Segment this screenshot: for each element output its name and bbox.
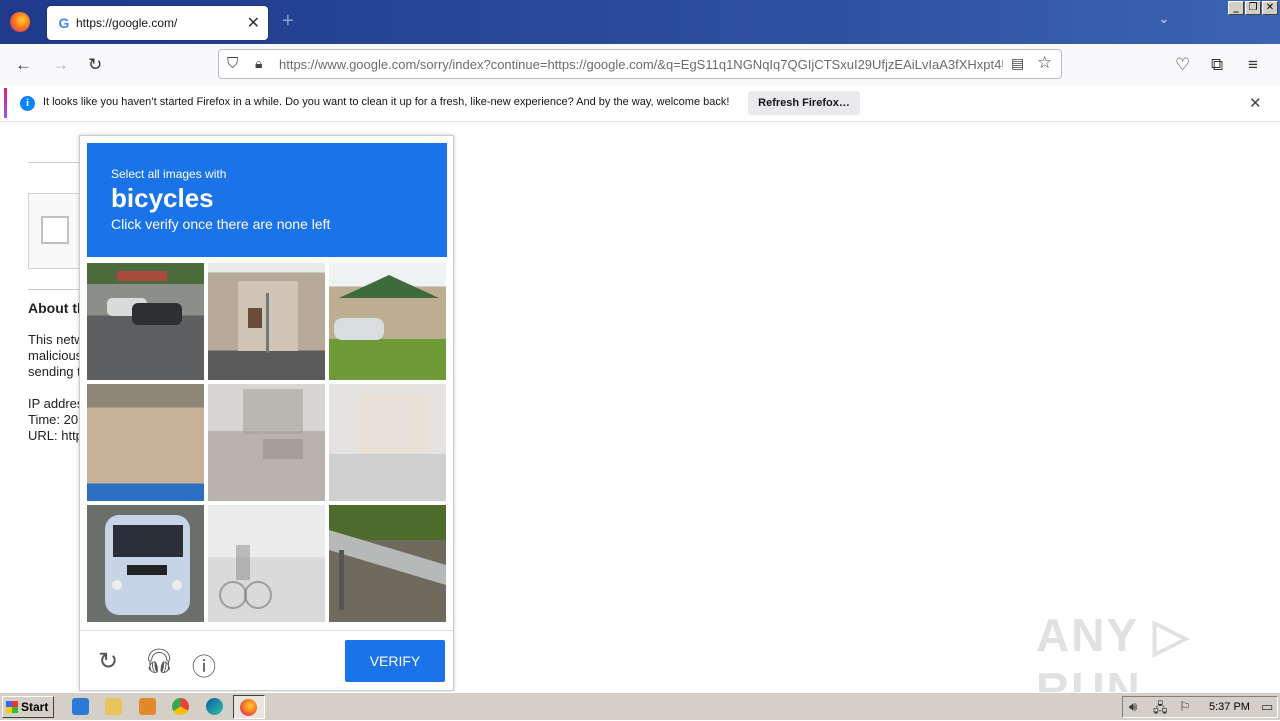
instruction-top: Select all images with (111, 167, 227, 181)
house-car-illustration (334, 275, 439, 340)
house-illustration (238, 281, 298, 353)
pocket-icon[interactable]: ♡ (1175, 55, 1190, 75)
info-icon: i (20, 96, 35, 111)
ip-address-line: IP addres (28, 396, 84, 411)
network-icon[interactable]: 🖧 (1153, 699, 1168, 721)
volume-icon[interactable]: 🔊︎ (1129, 699, 1137, 715)
url-line: URL: http (28, 428, 83, 443)
windows-flag-icon (6, 701, 18, 713)
new-tab-button[interactable]: + (282, 10, 294, 33)
captcha-header: Select all images with bicycles Click ve… (87, 143, 447, 257)
captcha-tile-bus[interactable] (87, 505, 204, 622)
captcha-tile-house-car-grass[interactable] (329, 263, 446, 380)
start-label: Start (21, 700, 49, 714)
firefox-logo-icon[interactable] (10, 12, 30, 32)
edge-icon[interactable] (206, 698, 223, 715)
refresh-notification-bar: i It looks like you haven’t started Fire… (0, 86, 1280, 122)
window-controls: _ ❐ ✕ (1228, 1, 1278, 15)
captcha-tile-faded-house[interactable] (329, 384, 446, 501)
faded-cyclist-illustration (219, 545, 272, 609)
shield-icon[interactable]: ⛉ (227, 55, 238, 72)
about-heading: About th (28, 300, 86, 316)
captcha-image-grid (87, 263, 447, 623)
google-favicon-icon: G (58, 15, 70, 31)
start-button[interactable]: Start (2, 696, 54, 718)
recaptcha-checkbox[interactable] (41, 216, 69, 244)
bus-illustration (105, 515, 190, 615)
reload-challenge-icon[interactable]: ↻ (98, 647, 118, 676)
title-bar: G https://google.com/ ✕ + ⌄ _ ❐ ✕ (0, 0, 1280, 44)
lock-icon[interactable]: 🔒︎ (255, 55, 262, 72)
captcha-tile-dirt-road[interactable] (87, 384, 204, 501)
captcha-target-word: bicycles (111, 183, 214, 213)
close-window-button[interactable]: ✕ (1262, 1, 1278, 15)
faded-building-illustration (243, 389, 303, 459)
instruction-bottom: Click verify once there are none left (111, 216, 331, 232)
paragraph-line: This netw (28, 332, 84, 347)
file-explorer-icon[interactable] (105, 698, 122, 715)
system-tray: 🔊︎ 🖧 ⚐ 5:37 PM ▭ (1122, 696, 1278, 718)
help-info-icon[interactable]: ⓘ (192, 647, 216, 682)
url-bar[interactable]: ⛉ 🔒︎ https://www.google.com/sorry/index?… (218, 49, 1062, 79)
back-arrow-icon[interactable]: ← (15, 55, 32, 75)
tab-google[interactable]: G https://google.com/ ✕ (47, 6, 268, 40)
clock: 5:37 PM (1209, 701, 1250, 713)
tab-title: https://google.com/ (76, 16, 178, 30)
paragraph-line: malicious (28, 348, 83, 363)
refresh-firefox-button[interactable]: Refresh Firefox… (748, 91, 860, 115)
navigation-bar: ← → ↻ ⛉ 🔒︎ https://www.google.com/sorry/… (0, 44, 1280, 86)
faded-house-illustration (359, 394, 429, 454)
audio-challenge-headphones-icon[interactable]: 🎧︎ (144, 647, 174, 676)
bookmark-star-icon[interactable]: ☆ (1037, 53, 1052, 73)
minimize-button[interactable]: _ (1228, 1, 1244, 15)
extensions-icon[interactable]: ⧉ (1211, 55, 1223, 75)
restore-button[interactable]: ❐ (1245, 1, 1261, 15)
reload-icon[interactable]: ↻ (88, 55, 102, 75)
notification-accent (4, 88, 7, 118)
forward-arrow-icon[interactable]: → (52, 55, 69, 75)
captcha-challenge-popup: Select all images with bicycles Click ve… (79, 135, 454, 691)
menu-hamburger-icon[interactable]: ≡ (1248, 55, 1258, 75)
captcha-tile-guardrail[interactable] (329, 505, 446, 622)
internet-explorer-icon[interactable] (72, 698, 89, 715)
captcha-tile-faded-cyclist[interactable] (208, 505, 325, 622)
url-text[interactable]: https://www.google.com/sorry/index?conti… (279, 57, 1003, 72)
media-player-icon[interactable] (139, 698, 156, 715)
verify-button[interactable]: VERIFY (345, 640, 445, 682)
show-desktop-icon[interactable]: ▭ (1261, 699, 1273, 715)
paragraph-line: sending t (28, 364, 81, 379)
captcha-footer: ↻ 🎧︎ ⓘ VERIFY (80, 630, 453, 690)
time-line: Time: 20 (28, 412, 79, 427)
captcha-tile-house-street[interactable] (208, 263, 325, 380)
notification-message: It looks like you haven’t started Firefo… (43, 96, 730, 108)
firefox-taskbar-button[interactable] (233, 695, 265, 719)
notification-close-icon[interactable]: ✕ (1249, 94, 1262, 112)
reader-view-icon[interactable]: ▤ (1011, 55, 1024, 72)
tab-close-icon[interactable]: ✕ (247, 13, 260, 33)
taskbar: Start 🔊︎ 🖧 ⚐ 5:37 PM ▭ (0, 692, 1280, 720)
firefox-icon (240, 699, 257, 716)
action-center-flag-icon[interactable]: ⚐ (1179, 699, 1191, 715)
list-tabs-chevron-icon[interactable]: ⌄ (1158, 10, 1170, 27)
captcha-tile-parking-lot-cars[interactable] (87, 263, 204, 380)
guardrail-illustration (329, 530, 446, 610)
chrome-icon[interactable] (172, 698, 189, 715)
cars-illustration (107, 271, 182, 325)
captcha-tile-faded-street[interactable] (208, 384, 325, 501)
